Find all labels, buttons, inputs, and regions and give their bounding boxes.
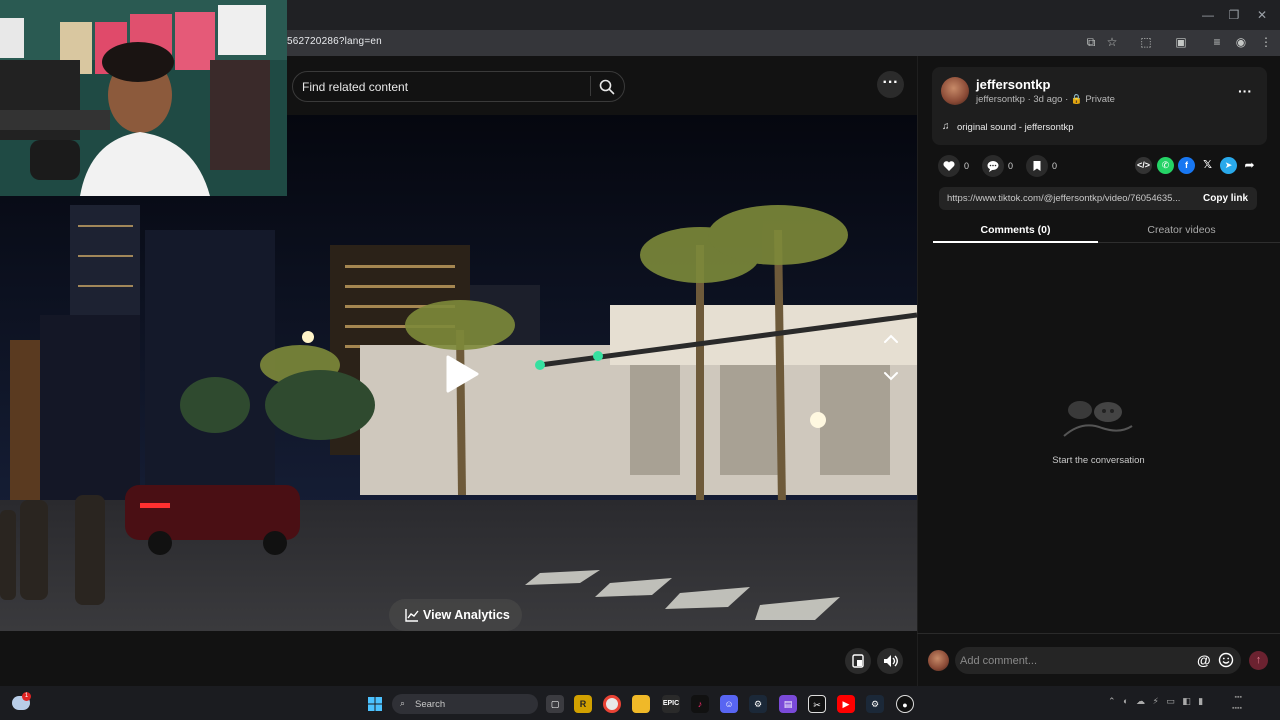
analytics-chart-icon <box>405 609 419 622</box>
tab-comments[interactable]: Comments (0) <box>933 224 1098 236</box>
tiktok-icon[interactable]: ♪ <box>691 695 709 713</box>
copy-link-button[interactable]: Copy link <box>1203 193 1248 204</box>
commenter-avatar <box>928 650 949 671</box>
install-app-icon[interactable]: ⧉ <box>1081 33 1101 51</box>
chrome-icon[interactable] <box>603 695 621 713</box>
search-placeholder[interactable]: Find related content <box>302 80 408 94</box>
send-comment-button[interactable]: ↑ <box>1249 651 1268 670</box>
share-link-text[interactable]: https://www.tiktok.com/@jeffersontkp/vid… <box>947 193 1191 204</box>
picture-in-picture-button[interactable] <box>845 648 871 674</box>
windows-logo-icon <box>368 697 382 711</box>
comment-icon <box>987 161 999 172</box>
taskbar-clock[interactable]: ▪▪▪ ▪▪▪▪ <box>1232 692 1242 714</box>
volume-icon <box>884 655 898 667</box>
extensions-icon[interactable]: ⬚ <box>1136 33 1156 51</box>
system-tray[interactable]: ⌃ ◐ ☁ ⚡ ▭ ◧ ▮ <box>1108 696 1203 707</box>
youtube-icon[interactable]: ▶ <box>837 695 855 713</box>
taskbar-search-icon: ⌕ <box>400 698 406 708</box>
media-control-icon[interactable]: ≡ <box>1207 33 1227 51</box>
empty-comments-icon <box>1063 401 1133 437</box>
close-icon[interactable]: ✕ <box>1250 6 1274 24</box>
author-meta: jeffersontkp · 3d ago · 🔒 Private <box>976 94 1115 105</box>
file-explorer-icon[interactable] <box>632 695 650 713</box>
tab-creator-videos[interactable]: Creator videos <box>1099 224 1264 236</box>
search-divider <box>590 76 591 96</box>
browser-menu-icon[interactable]: ⋮ <box>1256 33 1276 51</box>
embed-icon[interactable]: </> <box>1135 157 1152 174</box>
sidebar-icon[interactable]: ▣ <box>1171 33 1191 51</box>
taskbar-search[interactable] <box>392 694 538 714</box>
restore-icon[interactable]: ❐ <box>1222 6 1246 24</box>
facebook-icon[interactable]: f <box>1178 157 1195 174</box>
pip-icon <box>852 654 864 668</box>
author-more-icon[interactable]: ··· <box>1238 83 1252 99</box>
task-view-icon[interactable]: ▢ <box>546 695 564 713</box>
author-name[interactable]: jeffersontkp <box>976 77 1050 92</box>
details-panel <box>917 56 1280 686</box>
mention-icon[interactable]: @ <box>1197 652 1211 668</box>
volume-button[interactable] <box>877 648 903 674</box>
epic-games-icon[interactable]: EPIC <box>662 695 680 713</box>
comment-bar-divider <box>917 633 1280 634</box>
share-arrow-icon[interactable]: ➦ <box>1241 157 1258 174</box>
roblox-icon[interactable]: R <box>574 695 592 713</box>
webcam-overlay <box>0 0 287 196</box>
search-icon[interactable] <box>598 78 616 96</box>
sound-label[interactable]: original sound - jeffersontkp <box>957 122 1074 133</box>
active-tab-indicator <box>933 241 1098 243</box>
app-icon[interactable]: ▤ <box>779 695 797 713</box>
capcut-icon[interactable]: ✂ <box>808 695 826 713</box>
next-video-icon[interactable] <box>880 365 902 387</box>
more-options-icon[interactable]: ··· <box>877 71 904 98</box>
music-note-icon: ♫ <box>942 121 950 132</box>
telegram-icon[interactable]: ➤ <box>1220 157 1237 174</box>
taskbar-search-label[interactable]: Search <box>415 699 445 710</box>
bookmark-star-icon[interactable]: ☆ <box>1102 33 1122 51</box>
like-button[interactable] <box>938 155 960 177</box>
previous-video-icon[interactable] <box>880 328 902 350</box>
webcam-image <box>0 0 287 196</box>
whatsapp-icon[interactable]: ✆ <box>1157 157 1174 174</box>
save-count: 0 <box>1052 161 1058 171</box>
heart-icon <box>943 161 955 171</box>
emoji-icon[interactable] <box>1218 652 1234 668</box>
empty-comments-text: Start the conversation <box>1052 455 1145 466</box>
x-twitter-icon[interactable]: 𝕏 <box>1199 157 1216 174</box>
like-count: 0 <box>964 161 970 171</box>
url-text[interactable]: 562720286?lang=en <box>287 36 382 47</box>
bookmark-icon <box>1033 161 1041 171</box>
windows-start-icon[interactable] <box>366 695 384 713</box>
video-footer <box>0 631 917 686</box>
discord-icon[interactable]: ☺ <box>720 695 738 713</box>
avatar[interactable] <box>941 77 969 105</box>
comment-count: 0 <box>1008 161 1014 171</box>
steam-icon-2[interactable]: ⚙ <box>866 695 884 713</box>
minimize-icon[interactable]: — <box>1196 6 1220 24</box>
steam-icon[interactable]: ⚙ <box>749 695 767 713</box>
play-icon[interactable] <box>444 354 480 394</box>
obs-icon[interactable]: ● <box>896 695 914 713</box>
notification-badge-icon: 1 <box>22 692 31 701</box>
save-button[interactable] <box>1026 155 1048 177</box>
profile-icon[interactable]: ◉ <box>1231 33 1251 51</box>
comment-button[interactable] <box>982 155 1004 177</box>
